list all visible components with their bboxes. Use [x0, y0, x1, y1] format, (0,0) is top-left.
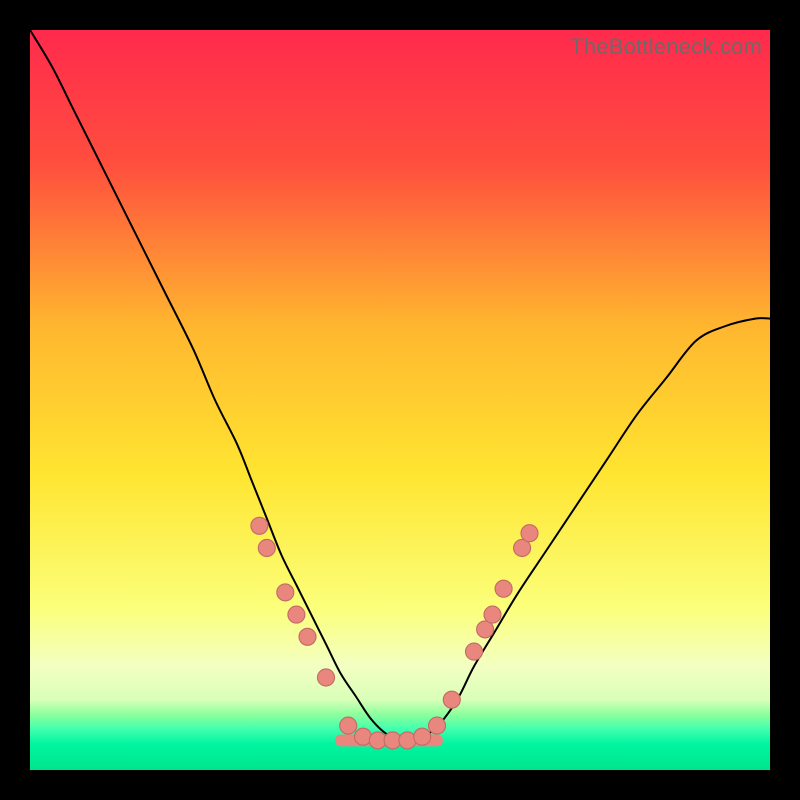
curve-marker — [521, 525, 538, 542]
curve-marker — [251, 517, 268, 534]
outer-frame: TheBottleneck.com — [0, 0, 800, 800]
curve-marker — [465, 643, 482, 660]
curve-marker — [414, 728, 431, 745]
curve-marker — [484, 606, 501, 623]
curve-marker — [340, 717, 357, 734]
curve-marker — [277, 584, 294, 601]
curve-marker — [288, 606, 305, 623]
curve-layer — [30, 30, 770, 770]
curve-marker — [317, 669, 334, 686]
curve-marker — [443, 691, 460, 708]
bottleneck-curve — [30, 30, 770, 741]
plot-area: TheBottleneck.com — [30, 30, 770, 770]
curve-marker — [299, 628, 316, 645]
curve-marker — [354, 728, 371, 745]
curve-marker — [495, 580, 512, 597]
curve-marker — [258, 539, 275, 556]
curve-marker — [428, 717, 445, 734]
curve-marker — [399, 732, 416, 749]
